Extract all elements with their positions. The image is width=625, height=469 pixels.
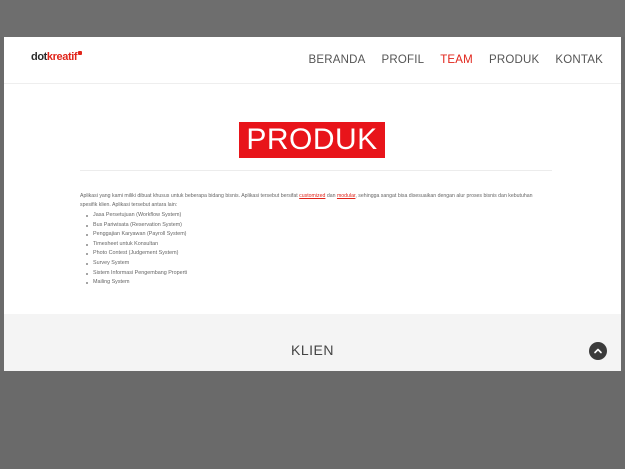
logo-prefix: dot	[31, 51, 47, 63]
list-item: Penggajian Karyawan (Payroll System)	[84, 230, 187, 240]
list-item: Sistem Informasi Pengembang Properti	[84, 269, 187, 279]
modular-link[interactable]: modular	[337, 193, 355, 199]
list-item: Mailing System	[84, 278, 187, 288]
nav-produk[interactable]: PRODUK	[489, 54, 539, 66]
product-list: Jasa Persetujuan (Workflow System) Bus P…	[84, 211, 187, 288]
site-logo[interactable]: dotkreatif	[31, 51, 83, 63]
scroll-to-top-button[interactable]	[589, 342, 607, 360]
list-item: Bus Pariwisata (Reservation System)	[84, 221, 187, 231]
klien-title: KLIEN	[291, 342, 334, 358]
page-title: PRODUK	[239, 122, 385, 158]
main-nav: BERANDA PROFIL TEAM PRODUK KONTAK	[292, 54, 603, 66]
browser-viewport: dotkreatif BERANDA PROFIL TEAM PRODUK KO…	[4, 37, 621, 371]
klien-section: KLIEN	[4, 314, 621, 371]
list-item: Jasa Persetujuan (Workflow System)	[84, 211, 187, 221]
nav-profil[interactable]: PROFIL	[381, 54, 424, 66]
list-item: Photo Contest (Judgement System)	[84, 249, 187, 259]
list-item: Timesheet untuk Konsultan	[84, 240, 187, 250]
chevron-up-icon	[594, 348, 602, 354]
nav-team[interactable]: TEAM	[440, 54, 473, 66]
intro-part-2: dan	[325, 193, 337, 200]
section-divider	[80, 170, 552, 171]
window-bottom-backdrop	[0, 371, 625, 469]
window-top-backdrop	[0, 0, 625, 37]
list-item: Survey System	[84, 259, 187, 269]
logo-mark-icon	[78, 51, 83, 55]
intro-part-1: Aplikasi yang kami miliki dibuat khusus …	[80, 193, 300, 200]
site-header: dotkreatif BERANDA PROFIL TEAM PRODUK KO…	[4, 37, 621, 84]
nav-kontak[interactable]: KONTAK	[555, 54, 603, 66]
intro-text: Aplikasi yang kami miliki dibuat khusus …	[80, 192, 550, 210]
customized-link[interactable]: customized	[299, 193, 325, 199]
nav-beranda[interactable]: BERANDA	[308, 54, 365, 66]
logo-suffix: kreatif	[46, 51, 78, 63]
